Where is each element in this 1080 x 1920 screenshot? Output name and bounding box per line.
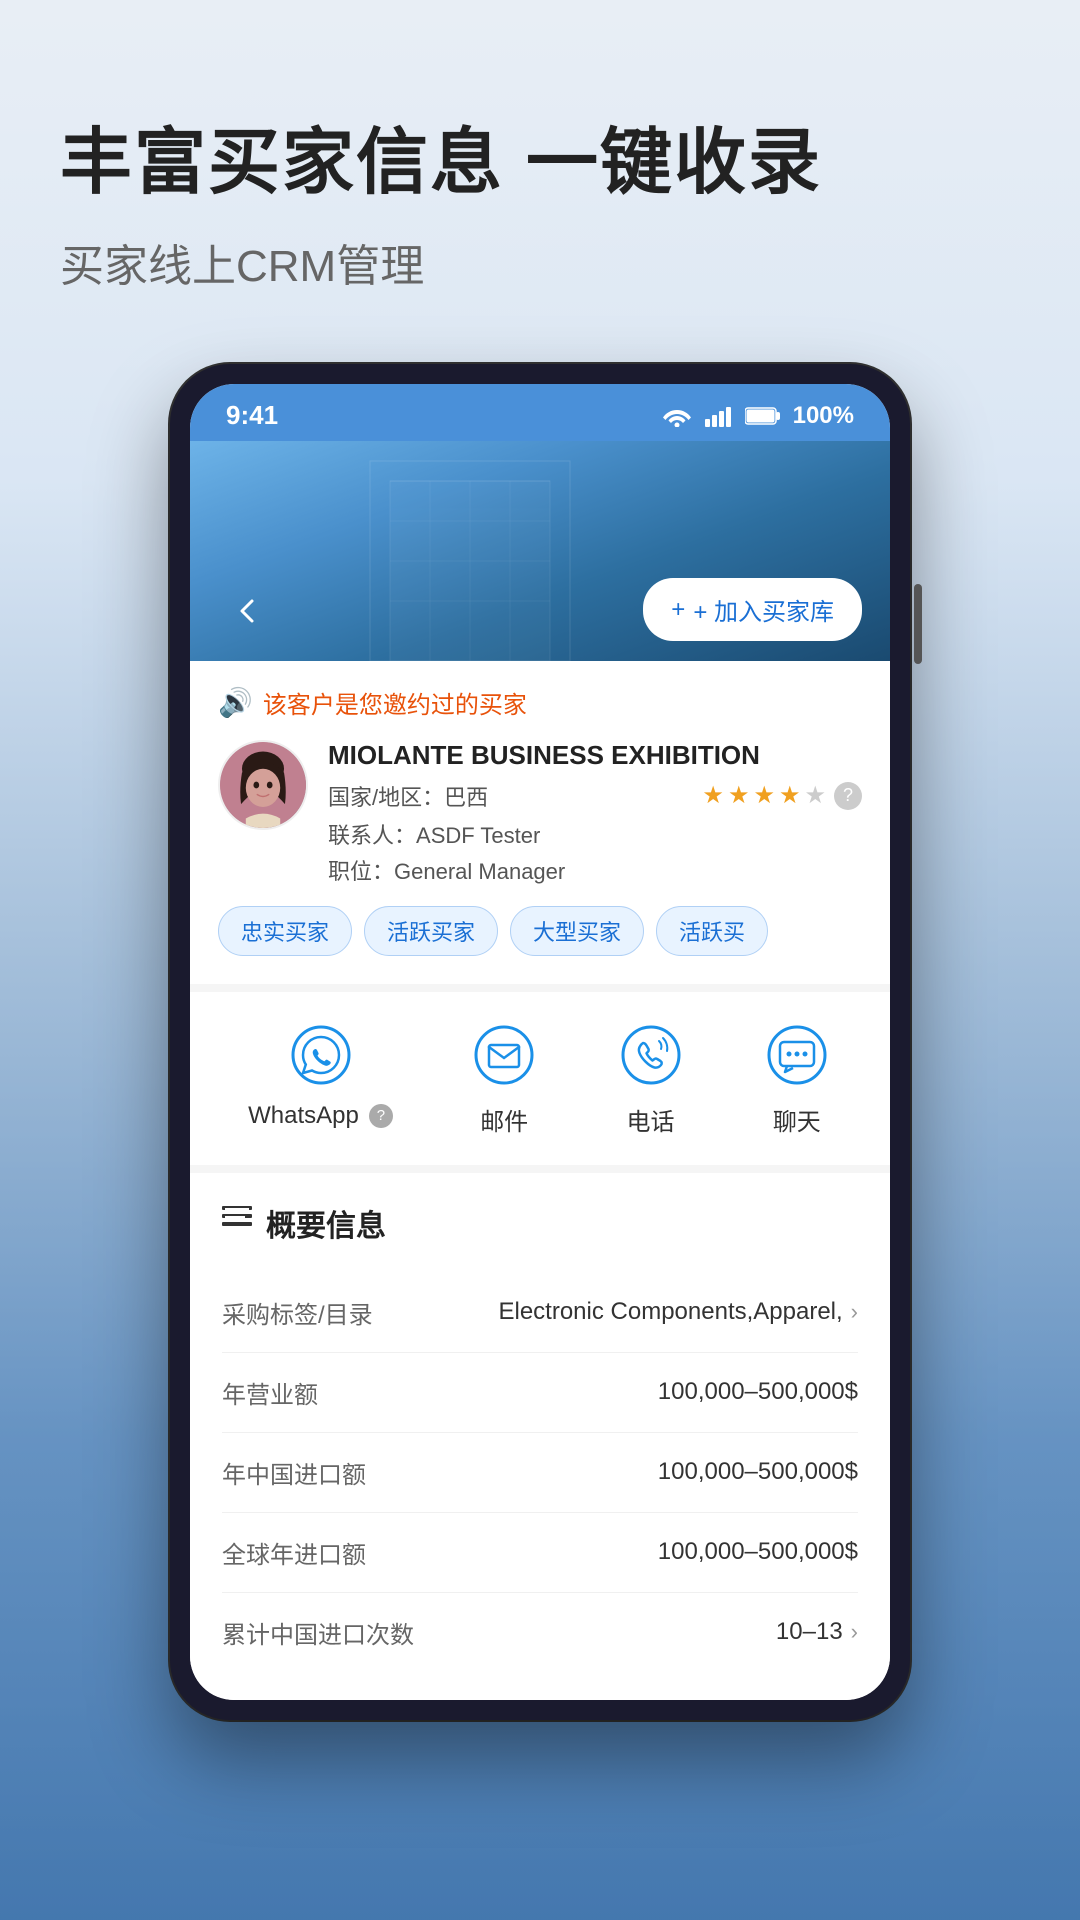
star-1: ★ (702, 781, 724, 810)
star-3: ★ (753, 781, 775, 810)
chevron-right-icon-4: › (851, 1619, 858, 1645)
page-headline: 丰富买家信息 一键收录 (60, 120, 1020, 206)
status-time: 9:41 (226, 400, 278, 431)
info-label-3: 全球年进口额 (222, 1535, 366, 1570)
info-label-4: 累计中国进口次数 (222, 1615, 414, 1650)
tag-loyal: 忠实买家 (218, 906, 352, 956)
info-row-0[interactable]: 采购标签/目录 Electronic Components,Apparel, › (222, 1273, 858, 1353)
contact-text: 联系人：ASDF Tester (328, 818, 862, 850)
phone-label: 电话 (627, 1102, 675, 1137)
phone-mockup: 9:41 (170, 364, 910, 1719)
phone-screen: 9:41 (190, 384, 890, 1699)
phone-icon (616, 1020, 686, 1090)
page-content: 丰富买家信息 一键收录 买家线上CRM管理 9:41 (0, 0, 1080, 1780)
country-row: 国家/地区：巴西 ★ ★ ★ ★ ★ ? (328, 780, 862, 812)
whatsapp-help-icon[interactable]: ? (369, 1104, 393, 1128)
action-section: WhatsApp ? (190, 992, 890, 1173)
country-text: 国家/地区：巴西 (328, 780, 488, 812)
star-4: ★ (779, 781, 801, 810)
info-value-3: 100,000–500,000$ (658, 1538, 858, 1566)
tag-large: 大型买家 (510, 906, 644, 956)
add-to-library-button[interactable]: + + 加入买家库 (643, 578, 862, 641)
back-button[interactable] (218, 581, 278, 641)
info-value-1: 100,000–500,000$ (658, 1378, 858, 1406)
chat-icon (762, 1020, 832, 1090)
signal-icon (705, 405, 733, 427)
whatsapp-action[interactable]: WhatsApp ? (248, 1020, 393, 1137)
email-label: 邮件 (480, 1102, 528, 1137)
email-action[interactable]: 邮件 (469, 1020, 539, 1137)
customer-info-row: MIOLANTE BUSINESS EXHIBITION 国家/地区：巴西 ★ … (218, 740, 862, 885)
email-icon (469, 1020, 539, 1090)
chevron-right-icon-0: › (851, 1299, 858, 1325)
overview-icon (222, 1206, 252, 1240)
info-value-4: 10–13 › (776, 1618, 858, 1646)
info-label-1: 年营业额 (222, 1375, 318, 1410)
info-row-3: 全球年进口额 100,000–500,000$ (222, 1513, 858, 1593)
avatar (218, 740, 308, 830)
position-text: 职位：General Manager (328, 854, 862, 886)
section-title: 概要信息 (222, 1201, 858, 1245)
rating-help-icon[interactable]: ? (834, 782, 862, 810)
battery-icon (745, 406, 781, 426)
info-row-2: 年中国进口额 100,000–500,000$ (222, 1433, 858, 1513)
tags-row: 忠实买家 活跃买家 大型买家 活跃买 (218, 906, 862, 956)
customer-card: 🔊 该客户是您邀约过的买家 (190, 661, 890, 991)
speaker-icon: 🔊 (218, 686, 253, 719)
star-5: ★ (804, 781, 826, 810)
info-label-2: 年中国进口额 (222, 1455, 366, 1490)
status-bar: 9:41 (190, 384, 890, 441)
info-label-0: 采购标签/目录 (222, 1295, 373, 1330)
phone-container: 9:41 (60, 364, 1020, 1719)
info-value-0: Electronic Components,Apparel, › (498, 1298, 858, 1326)
whatsapp-icon (286, 1020, 356, 1090)
battery-percentage: 100% (793, 402, 854, 430)
stars-container: ★ ★ ★ ★ ★ ? (702, 781, 862, 810)
phone-side-button (914, 584, 922, 664)
tag-active2: 活跃买 (656, 906, 768, 956)
invited-notice: 🔊 该客户是您邀约过的买家 (218, 685, 862, 720)
add-icon: + (671, 596, 685, 624)
info-row-1: 年营业额 100,000–500,000$ (222, 1353, 858, 1433)
customer-details: MIOLANTE BUSINESS EXHIBITION 国家/地区：巴西 ★ … (328, 740, 862, 885)
wifi-icon (661, 405, 693, 427)
whatsapp-label: WhatsApp ? (248, 1102, 393, 1130)
info-value-2: 100,000–500,000$ (658, 1458, 858, 1486)
status-icons: 100% (661, 402, 854, 430)
star-2: ★ (728, 781, 750, 810)
page-subheadline: 买家线上CRM管理 (60, 230, 1020, 294)
overview-section: 概要信息 采购标签/目录 Electronic Components,Appar… (190, 1173, 890, 1700)
tag-active: 活跃买家 (364, 906, 498, 956)
chat-label: 聊天 (773, 1102, 821, 1137)
chat-action[interactable]: 聊天 (762, 1020, 832, 1137)
company-name: MIOLANTE BUSINESS EXHIBITION (328, 740, 862, 771)
phone-action[interactable]: 电话 (616, 1020, 686, 1137)
hero-image: + + 加入买家库 (190, 441, 890, 661)
info-row-4[interactable]: 累计中国进口次数 10–13 › (222, 1593, 858, 1672)
